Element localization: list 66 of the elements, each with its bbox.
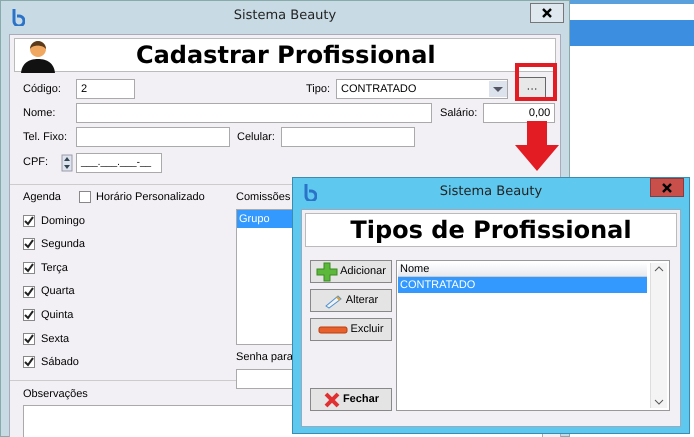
mobile-field[interactable] bbox=[280, 127, 415, 147]
field-label: Nome: bbox=[23, 106, 56, 121]
field-label: Salário: bbox=[440, 106, 478, 121]
close-icon bbox=[322, 390, 341, 408]
password-field[interactable] bbox=[236, 369, 294, 389]
checkbox[interactable] bbox=[23, 332, 35, 345]
checkbox[interactable] bbox=[23, 356, 35, 368]
section-label: Comissões bbox=[236, 190, 292, 205]
checkbox-label: Terça bbox=[41, 260, 68, 276]
name-field[interactable] bbox=[76, 103, 432, 123]
delete-button[interactable]: Excluir bbox=[310, 318, 392, 341]
window-title: Sistema Beauty bbox=[440, 183, 542, 202]
pencil-icon bbox=[324, 292, 344, 308]
checkbox[interactable] bbox=[23, 214, 35, 227]
salary-field[interactable]: 0,00 bbox=[483, 103, 556, 123]
checkbox-label: Segunda bbox=[41, 237, 86, 252]
checkmark-icon bbox=[24, 239, 34, 250]
phone-field[interactable] bbox=[76, 127, 230, 147]
logo-icon bbox=[303, 183, 317, 201]
down-arrow-icon bbox=[515, 121, 559, 171]
checkmark-icon bbox=[24, 262, 34, 273]
field-label: Tipo: bbox=[306, 82, 330, 97]
dropdown-value: CONTRATADO bbox=[341, 82, 416, 97]
code-field[interactable]: 2 bbox=[76, 79, 135, 99]
checkbox-label: Sexta bbox=[41, 332, 70, 347]
checkbox[interactable] bbox=[23, 238, 35, 250]
checkbox[interactable] bbox=[23, 286, 35, 298]
field-label: Senha para bbox=[236, 350, 294, 364]
checkbox[interactable] bbox=[23, 309, 35, 322]
field-label: CPF: bbox=[23, 155, 50, 170]
checkbox-label: Sábado bbox=[41, 355, 79, 370]
checkbox-label: Domingo bbox=[41, 214, 86, 229]
checkbox-label: Quinta bbox=[41, 308, 74, 323]
checkmark-icon bbox=[24, 334, 34, 344]
scrollbar[interactable] bbox=[650, 263, 667, 408]
checkmark-icon bbox=[24, 216, 34, 226]
type-dropdown[interactable]: CONTRATADO bbox=[336, 79, 508, 99]
close-icon bbox=[661, 182, 673, 194]
close-icon bbox=[541, 7, 553, 19]
plus-icon bbox=[316, 262, 338, 282]
close-button[interactable]: Fechar bbox=[310, 388, 392, 411]
field-label: Celular: bbox=[237, 130, 275, 145]
minus-icon bbox=[318, 324, 348, 334]
checkbox-label: Horário Personalizado bbox=[96, 190, 205, 205]
checkmark-icon bbox=[24, 310, 34, 320]
person-icon bbox=[19, 39, 57, 73]
column-header[interactable]: Nome bbox=[398, 262, 647, 277]
checkbox[interactable] bbox=[78, 191, 91, 203]
add-button[interactable]: Adicionar bbox=[310, 260, 392, 283]
section-label: Observações bbox=[23, 388, 88, 400]
highlight-box bbox=[515, 63, 557, 101]
dialog-heading: Tipos de Profissional bbox=[305, 213, 677, 247]
edit-button[interactable]: Alterar bbox=[310, 289, 392, 312]
cpf-field[interactable]: ___.___.___-__ bbox=[76, 152, 162, 172]
form-heading: Cadastrar Profissional bbox=[136, 43, 436, 67]
checkbox[interactable] bbox=[23, 262, 35, 274]
window-title: Sistema Beauty bbox=[234, 7, 336, 26]
close-button[interactable] bbox=[530, 3, 564, 23]
field-label: Código: bbox=[23, 82, 62, 97]
logo-icon bbox=[11, 8, 25, 26]
checkmark-icon bbox=[24, 357, 34, 368]
spinner-icon bbox=[61, 154, 73, 172]
field-label: Tel. Fixo: bbox=[23, 130, 68, 145]
checkmark-icon bbox=[24, 286, 34, 297]
checkbox-label: Quarta bbox=[41, 284, 75, 300]
section-label: Agenda bbox=[23, 190, 61, 205]
